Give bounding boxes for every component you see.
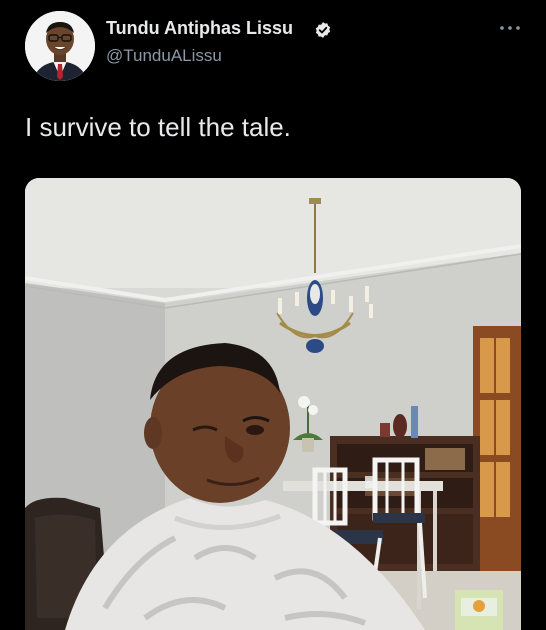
verified-badge-icon bbox=[315, 22, 331, 38]
tweet-photo[interactable] bbox=[25, 178, 521, 630]
tweet[interactable]: Tundu Antiphas Lissu @TunduALissu I surv… bbox=[0, 0, 546, 630]
author-handle[interactable]: @TunduALissu bbox=[106, 46, 222, 66]
tweet-text: I survive to tell the tale. bbox=[25, 112, 291, 142]
photo-image bbox=[25, 178, 521, 630]
author-name[interactable]: Tundu Antiphas Lissu bbox=[106, 18, 293, 39]
author-avatar[interactable] bbox=[25, 11, 95, 81]
more-options-icon[interactable] bbox=[498, 22, 522, 34]
